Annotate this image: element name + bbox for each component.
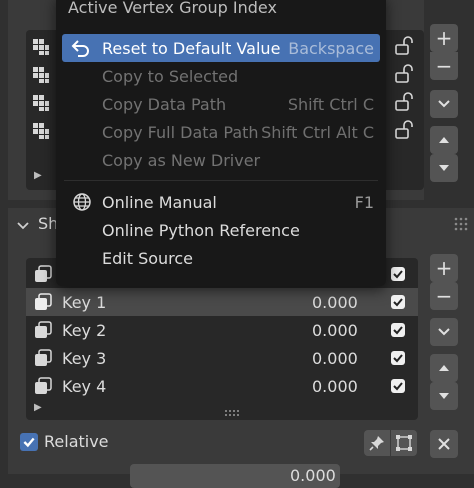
triangle-down-icon bbox=[439, 393, 449, 399]
relative-label[interactable]: Relative bbox=[44, 432, 109, 451]
menu-item-copy-data-path[interactable]: Copy Data Path Shift Ctrl C bbox=[56, 90, 386, 118]
menu-item-shortcut: Shift Ctrl C bbox=[287, 94, 374, 114]
shape-key-mute-checkbox[interactable] bbox=[391, 267, 405, 281]
edit-mode-button[interactable] bbox=[391, 430, 417, 456]
panel-collapse-icon[interactable] bbox=[16, 216, 30, 235]
add-vertex-group-button[interactable]: + bbox=[430, 24, 458, 52]
context-menu-title: Active Vertex Group Index bbox=[68, 0, 277, 17]
drag-handle-icon[interactable] bbox=[454, 216, 468, 235]
shape-key-value[interactable]: 0.000 bbox=[312, 293, 358, 312]
shape-key-value[interactable]: 0.000 bbox=[312, 349, 358, 368]
move-up-button[interactable] bbox=[430, 354, 458, 382]
list-resize-grip-icon[interactable] bbox=[224, 402, 240, 421]
vertex-group-specials-button[interactable] bbox=[430, 90, 458, 118]
menu-item-label: Edit Source bbox=[102, 248, 194, 268]
move-down-button[interactable] bbox=[430, 382, 458, 410]
lock-icon[interactable] bbox=[394, 120, 416, 144]
close-icon bbox=[438, 438, 450, 450]
menu-item-shortcut: Backspace bbox=[288, 38, 374, 58]
shape-key-mute-checkbox[interactable] bbox=[391, 323, 405, 337]
shape-key-icon bbox=[34, 377, 52, 399]
menu-item-reset-default[interactable]: Reset to Default Value Backspace bbox=[62, 34, 380, 62]
menu-separator bbox=[64, 180, 378, 181]
move-down-button[interactable] bbox=[430, 154, 458, 182]
shape-key-name[interactable]: Key 2 bbox=[62, 321, 106, 340]
globe-icon bbox=[72, 192, 92, 216]
menu-item-copy-as-new-driver[interactable]: Copy as New Driver bbox=[56, 146, 386, 174]
shape-key-name[interactable]: Key 4 bbox=[62, 377, 106, 396]
shape-key-mute-checkbox[interactable] bbox=[391, 379, 405, 393]
value-field[interactable]: 0.000 bbox=[130, 464, 340, 488]
vertex-group-icon bbox=[32, 94, 50, 116]
edit-mode-icon bbox=[396, 435, 412, 451]
lock-icon[interactable] bbox=[394, 64, 416, 88]
menu-item-label: Reset to Default Value bbox=[102, 38, 281, 58]
expand-list-icon[interactable]: ▶ bbox=[34, 402, 42, 413]
menu-item-copy-to-selected[interactable]: Copy to Selected bbox=[56, 62, 386, 90]
lock-icon[interactable] bbox=[394, 36, 416, 60]
menu-item-label: Online Manual bbox=[102, 192, 217, 212]
menu-item-label: Copy as New Driver bbox=[102, 150, 261, 170]
remove-shape-key-button[interactable]: − bbox=[430, 282, 458, 310]
shape-key-row[interactable]: Key 2 0.000 bbox=[26, 316, 418, 344]
pin-icon bbox=[369, 436, 384, 451]
shape-key-icon bbox=[34, 321, 52, 343]
value-field-number: 0.000 bbox=[290, 466, 336, 485]
add-shape-key-button[interactable]: + bbox=[430, 254, 458, 282]
relative-checkbox[interactable] bbox=[20, 433, 38, 451]
vertex-group-icon bbox=[32, 38, 50, 60]
menu-item-label: Online Python Reference bbox=[102, 220, 300, 240]
clear-shape-keys-button[interactable] bbox=[430, 430, 458, 458]
shape-key-row[interactable]: Key 4 0.000 bbox=[26, 372, 418, 400]
menu-item-shortcut: Shift Ctrl Alt C bbox=[261, 122, 374, 142]
move-up-button[interactable] bbox=[430, 126, 458, 154]
vertex-group-icon bbox=[32, 122, 50, 144]
shape-key-icon bbox=[34, 349, 52, 371]
reset-arrow-icon bbox=[70, 38, 92, 62]
shape-key-name[interactable]: Key 3 bbox=[62, 349, 106, 368]
shape-key-value[interactable]: 0.000 bbox=[312, 321, 358, 340]
check-icon bbox=[23, 437, 35, 448]
expand-list-icon[interactable]: ▶ bbox=[34, 170, 42, 181]
menu-item-copy-full-data-path[interactable]: Copy Full Data Path Shift Ctrl Alt C bbox=[56, 118, 386, 146]
menu-item-shortcut: F1 bbox=[354, 192, 374, 212]
shape-key-row[interactable]: Key 3 0.000 bbox=[26, 344, 418, 372]
menu-item-edit-source[interactable]: Edit Source bbox=[56, 244, 386, 272]
chevron-down-icon bbox=[438, 328, 450, 336]
lock-icon[interactable] bbox=[394, 92, 416, 116]
shape-key-row[interactable]: Key 1 0.000 bbox=[26, 288, 418, 316]
menu-item-label: Copy Data Path bbox=[102, 94, 227, 114]
triangle-down-icon bbox=[439, 165, 449, 171]
shape-key-icon bbox=[34, 293, 52, 315]
shape-key-value[interactable]: 0.000 bbox=[312, 377, 358, 396]
menu-item-label: Copy to Selected bbox=[102, 66, 239, 86]
shape-key-icon bbox=[34, 265, 52, 287]
context-menu: Active Vertex Group Index Reset to Defau… bbox=[56, 0, 386, 286]
pin-button[interactable] bbox=[364, 430, 390, 456]
menu-item-online-manual[interactable]: Online Manual F1 bbox=[56, 188, 386, 216]
shape-key-specials-button[interactable] bbox=[430, 318, 458, 346]
shape-key-mute-checkbox[interactable] bbox=[391, 295, 405, 309]
triangle-up-icon bbox=[439, 365, 449, 371]
menu-item-online-python-reference[interactable]: Online Python Reference bbox=[56, 216, 386, 244]
shape-key-name[interactable]: Key 1 bbox=[62, 293, 106, 312]
chevron-down-icon bbox=[438, 100, 450, 108]
vertex-group-icon bbox=[32, 66, 50, 88]
menu-item-label: Copy Full Data Path bbox=[102, 122, 259, 142]
remove-vertex-group-button[interactable]: − bbox=[430, 52, 458, 80]
shape-key-mute-checkbox[interactable] bbox=[391, 351, 405, 365]
triangle-up-icon bbox=[439, 137, 449, 143]
